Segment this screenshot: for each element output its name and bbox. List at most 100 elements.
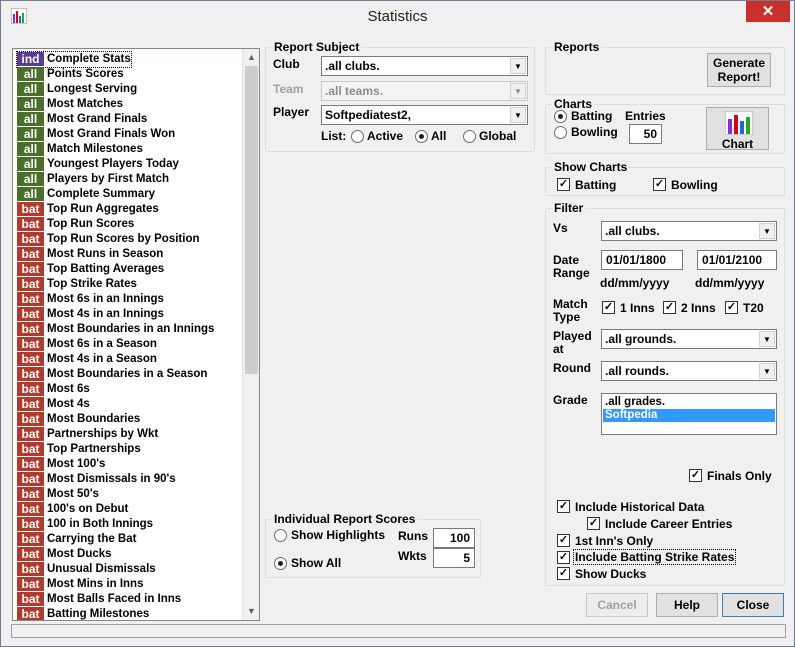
wkts-input[interactable]: 5 (433, 548, 475, 568)
window-close-button[interactable]: ✕ (746, 1, 790, 22)
list-all-radio[interactable] (415, 130, 428, 143)
list-item[interactable]: bat Most 50's (17, 487, 99, 502)
list-item[interactable]: bat Most Mins in Inns (17, 577, 143, 592)
list-item-label: Most Runs in Season (47, 248, 164, 260)
cancel-button[interactable]: Cancel (586, 593, 648, 617)
list-item[interactable]: all Match Milestones (17, 142, 143, 157)
list-item[interactable]: ind Complete Stats (16, 51, 132, 68)
date-label-line1: Date (553, 253, 580, 267)
list-item[interactable]: bat Top Batting Averages (17, 262, 164, 277)
show-batting-chart-checkbox[interactable]: ✓ (557, 178, 570, 191)
list-item[interactable]: bat Top Run Scores (17, 217, 134, 232)
chevron-down-icon[interactable]: ▼ (510, 107, 526, 123)
played-at-select[interactable]: .all grounds. ▼ (601, 329, 777, 349)
scroll-thumb[interactable] (245, 66, 258, 374)
finals-only-checkbox[interactable]: ✓ (689, 469, 702, 482)
report-list-scrollbar[interactable]: ▲ ▼ (242, 49, 259, 620)
chart-bowling-radio[interactable] (554, 126, 567, 139)
list-global-radio[interactable] (463, 130, 476, 143)
list-item[interactable]: all Most Matches (17, 97, 123, 112)
include-strike-rates-checkbox[interactable]: ✓ (557, 551, 570, 564)
list-item[interactable]: bat Partnerships by Wkt (17, 427, 158, 442)
chevron-down-icon[interactable]: ▼ (759, 331, 775, 347)
generate-report-button[interactable]: Generate Report! (707, 53, 771, 87)
runs-input[interactable]: 100 (433, 528, 475, 548)
list-active-radio[interactable] (351, 130, 364, 143)
list-item[interactable]: bat Most Runs in Season (17, 247, 163, 262)
list-item[interactable]: bat Most Balls Faced in Inns (17, 592, 181, 607)
list-item[interactable]: bat Top Strike Rates (17, 277, 137, 292)
show-bowling-chart-checkbox[interactable]: ✓ (653, 178, 666, 191)
list-item[interactable]: all Players by First Match (17, 172, 169, 187)
list-item[interactable]: bat Batting Milestones (17, 607, 149, 620)
chevron-down-icon[interactable]: ▼ (510, 58, 526, 74)
show-all-radio[interactable] (274, 557, 287, 570)
list-item-label: 100 in Both Innings (47, 518, 154, 530)
list-item-label: Complete Summary (47, 188, 156, 200)
team-select[interactable]: .all teams. ▼ (321, 81, 528, 101)
list-item[interactable]: bat Most Boundaries (17, 412, 140, 427)
list-item[interactable]: bat Most Ducks (17, 547, 112, 562)
one-inns-checkbox[interactable]: ✓ (602, 301, 615, 314)
chevron-down-icon[interactable]: ▼ (759, 223, 775, 239)
include-career-checkbox[interactable]: ✓ (587, 517, 600, 530)
list-item[interactable]: all Complete Summary (17, 187, 155, 202)
date-to-input[interactable]: 01/01/2100 (697, 250, 777, 270)
report-category-badge: bat (17, 592, 44, 606)
scroll-down-icon[interactable]: ▼ (243, 603, 259, 620)
show-highlights-radio[interactable] (274, 529, 287, 542)
list-item[interactable]: bat Most Boundaries in an Innings (17, 322, 214, 337)
list-item[interactable]: bat 100 in Both Innings (17, 517, 153, 532)
title-bar: Statistics ✕ (1, 1, 794, 31)
grade-option[interactable]: .all grades. (603, 396, 775, 409)
list-item[interactable]: bat Most 6s in a Season (17, 337, 157, 352)
entries-input[interactable]: 50 (629, 124, 662, 144)
round-select[interactable]: .all rounds. ▼ (601, 361, 777, 381)
include-historical-checkbox[interactable]: ✓ (557, 500, 570, 513)
t20-checkbox[interactable]: ✓ (725, 301, 738, 314)
list-item[interactable]: all Points Scores (17, 67, 124, 82)
list-item[interactable]: bat Top Run Aggregates (17, 202, 159, 217)
show-ducks-checkbox[interactable]: ✓ (557, 567, 570, 580)
club-select[interactable]: .all clubs. ▼ (321, 56, 528, 76)
list-item[interactable]: bat Most 4s in a Season (17, 352, 157, 367)
list-item[interactable]: bat Most 100's (17, 457, 105, 472)
report-list[interactable]: ▲ ▼ ind Complete Stats all Points Scores all… (12, 48, 260, 621)
chart-button[interactable]: Chart (706, 107, 769, 151)
two-inns-checkbox[interactable]: ✓ (663, 301, 676, 314)
date-from-input[interactable]: 01/01/1800 (601, 250, 683, 270)
vs-select[interactable]: .all clubs. ▼ (601, 221, 777, 241)
scroll-up-icon[interactable]: ▲ (243, 49, 259, 66)
list-item[interactable]: bat Top Run Scores by Position (17, 232, 200, 247)
first-inn-only-checkbox[interactable]: ✓ (557, 534, 570, 547)
list-item[interactable]: all Longest Serving (17, 82, 137, 97)
list-item[interactable]: bat Most 6s in an Innings (17, 292, 164, 307)
list-item[interactable]: bat Most Dismissals in 90's (17, 472, 176, 487)
close-button[interactable]: Close (722, 593, 784, 617)
chart-button-label: Chart (721, 137, 754, 151)
help-button[interactable]: Help (656, 593, 718, 617)
player-select[interactable]: Softpediatest2, ▼ (321, 105, 528, 125)
grade-listbox[interactable]: .all grades. Softpedia (601, 393, 777, 435)
report-category-badge: all (17, 112, 44, 126)
list-item[interactable]: bat 100's on Debut (17, 502, 128, 517)
list-item[interactable]: bat Top Partnerships (17, 442, 141, 457)
list-item[interactable]: bat Most 6s (17, 382, 90, 397)
list-item[interactable]: all Most Grand Finals (17, 112, 147, 127)
list-item[interactable]: bat Most 4s (17, 397, 90, 412)
report-category-badge: bat (17, 472, 44, 486)
list-item-label: Most 4s in an Innings (47, 308, 164, 320)
grade-option-selected[interactable]: Softpedia (603, 409, 775, 422)
list-item[interactable]: bat Carrying the Bat (17, 532, 136, 547)
chevron-down-icon[interactable]: ▼ (759, 363, 775, 379)
list-item[interactable]: bat Most 4s in an Innings (17, 307, 164, 322)
list-item[interactable]: bat Most Boundaries in a Season (17, 367, 207, 382)
list-item[interactable]: bat Unusual Dismissals (17, 562, 156, 577)
filter-legend: Filter (554, 201, 584, 215)
t20-label: T20 (743, 301, 764, 315)
list-item[interactable]: all Youngest Players Today (17, 157, 179, 172)
list-item[interactable]: all Most Grand Finals Won (17, 127, 175, 142)
chevron-down-icon[interactable]: ▼ (510, 83, 526, 99)
list-item-label: Most Boundaries in an Innings (47, 323, 215, 335)
chart-batting-radio[interactable] (554, 110, 567, 123)
